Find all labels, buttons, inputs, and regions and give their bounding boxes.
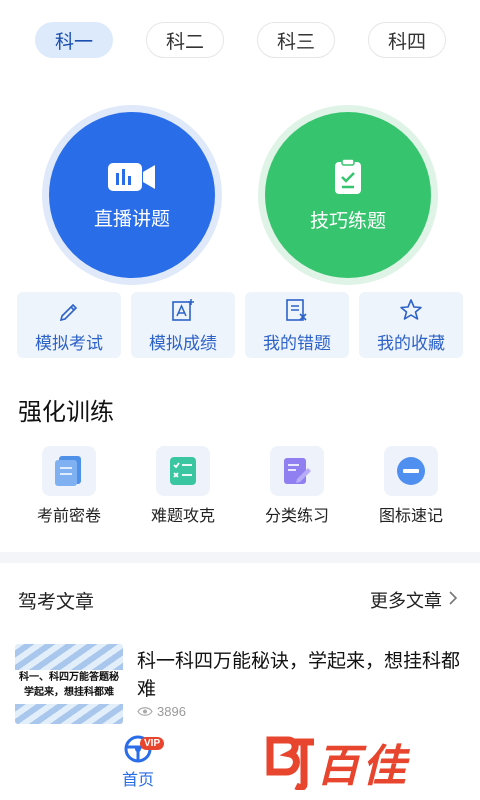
minus-circle-icon	[384, 446, 438, 496]
skill-practice-label: 技巧练题	[309, 210, 386, 232]
scroll-icon	[42, 446, 96, 496]
edit-icon	[270, 446, 324, 496]
brand-mark-icon	[266, 736, 314, 790]
sign-memo-label: 图标速记	[378, 508, 443, 525]
live-questions-button[interactable]: 直播讲题	[49, 112, 215, 278]
mock-exam-button[interactable]: 模拟考试	[17, 292, 121, 358]
training-section-title: 强化训练	[18, 399, 114, 426]
wrong-questions-button[interactable]: 我的错题	[245, 292, 349, 358]
article-view-count: 3896	[157, 704, 186, 719]
checklist-icon	[156, 446, 210, 496]
favorites-label: 我的收藏	[377, 333, 445, 353]
section-divider	[0, 552, 480, 563]
hard-questions-label: 难题攻克	[150, 508, 215, 525]
video-camera-icon	[108, 162, 155, 191]
pre-exam-papers-label: 考前密卷	[36, 508, 101, 525]
mock-exam-label: 模拟考试	[35, 333, 103, 353]
checklist-icon	[335, 157, 361, 194]
category-practice-label: 分类练习	[264, 508, 329, 525]
quick-actions: 模拟考试 模拟成绩 我的错题 我的收藏	[17, 292, 463, 358]
eye-icon	[137, 707, 153, 716]
skill-practice-button[interactable]: 技巧练题	[265, 112, 431, 278]
wrong-list-icon	[286, 298, 307, 321]
thumbnail-text-line-1: 科一、科四万能答题秘	[19, 672, 119, 683]
article-thumbnail: 科一、科四万能答题秘 学起来，想挂科都难	[15, 644, 123, 724]
more-articles-label: 更多文章	[370, 591, 442, 611]
category-practice-button[interactable]: 分类练习	[247, 446, 347, 526]
subject-tabs: 科一 科二 科三 科四	[0, 22, 480, 58]
more-articles-link[interactable]: 更多文章	[370, 587, 458, 613]
mock-score-button[interactable]: 模拟成绩	[131, 292, 235, 358]
sign-memo-button[interactable]: 图标速记	[361, 446, 461, 526]
pre-exam-papers-button[interactable]: 考前密卷	[19, 446, 119, 526]
training-grid: 考前密卷 难题攻克 分类练习 图标速记	[0, 446, 480, 526]
thumbnail-text-line-2: 学起来，想挂科都难	[24, 687, 114, 698]
tab-subject-3[interactable]: 科三	[257, 22, 335, 58]
article-item[interactable]: 科一、科四万能答题秘 学起来，想挂科都难 科一科四万能秘诀，学起来，想挂科都难 …	[15, 644, 465, 730]
favorites-button[interactable]: 我的收藏	[359, 292, 463, 358]
brand-text: 百佳	[316, 742, 408, 791]
tab-subject-1[interactable]: 科一	[35, 22, 113, 58]
live-questions-label: 直播讲题	[93, 208, 170, 230]
hard-questions-button[interactable]: 难题攻克	[133, 446, 233, 526]
star-icon	[400, 298, 422, 320]
article-views: 3896	[137, 704, 186, 719]
article-title: 科一科四万能秘诀，学起来，想挂科都难	[137, 651, 461, 700]
tab-subject-2[interactable]: 科二	[146, 22, 224, 58]
pencil-icon	[59, 303, 78, 321]
vip-badge: VIP	[140, 737, 165, 750]
bottom-nav: 首页 VIP 百佳	[0, 728, 480, 800]
brand-logo: 百佳	[266, 730, 462, 794]
mock-score-label: 模拟成绩	[149, 333, 217, 353]
score-icon	[172, 298, 194, 321]
tab-subject-4[interactable]: 科四	[368, 22, 446, 58]
wrong-questions-label: 我的错题	[263, 333, 331, 353]
home-label: 首页	[121, 772, 154, 789]
articles-title: 驾考文章	[18, 592, 95, 613]
chevron-right-icon	[448, 590, 458, 611]
